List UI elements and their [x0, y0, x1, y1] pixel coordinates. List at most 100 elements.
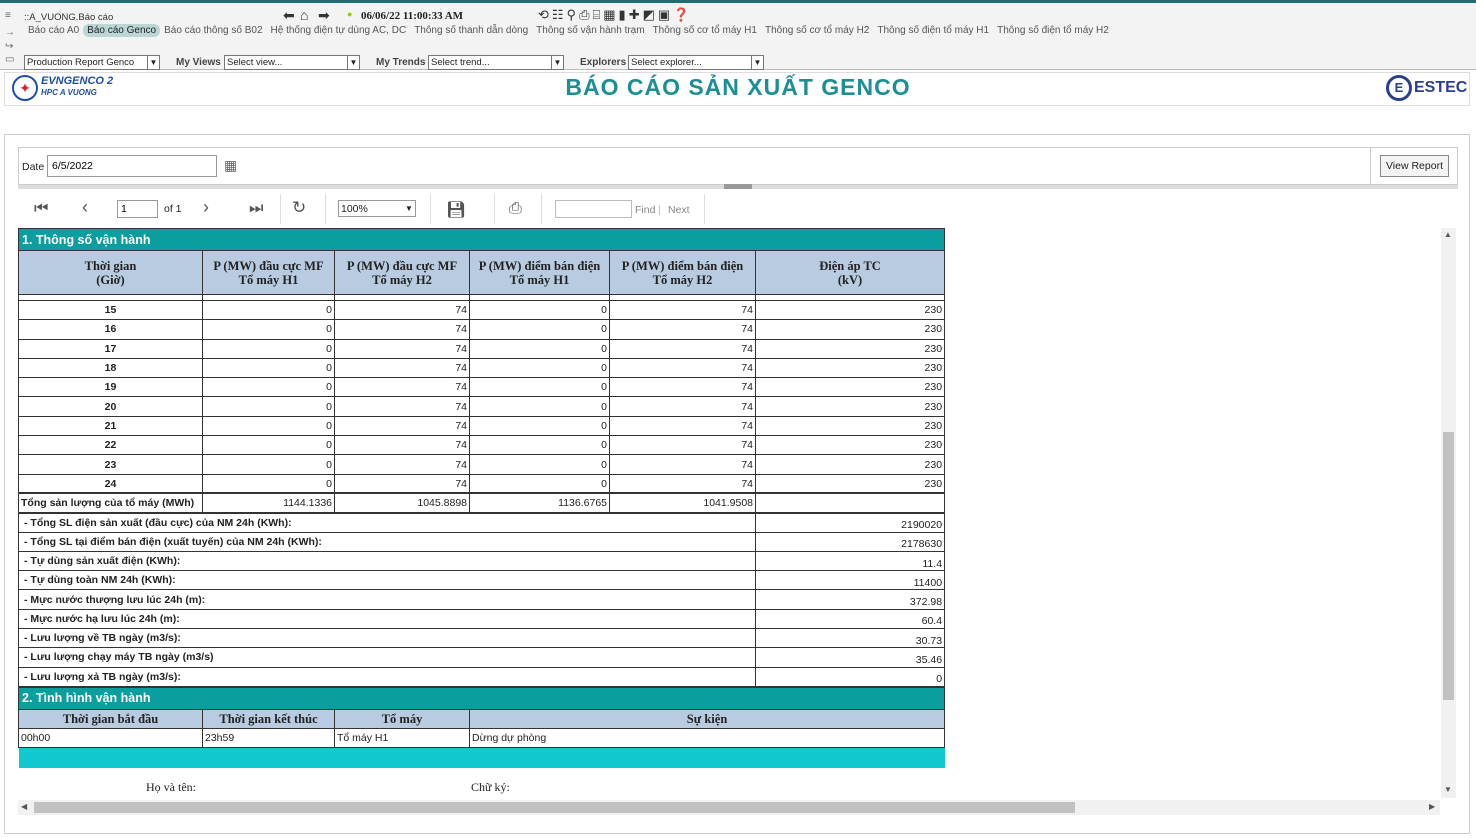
- page-input[interactable]: [117, 200, 158, 218]
- table-row: 00h00 23h59 Tổ máy H1 Dừng dự phòng: [18, 727, 946, 749]
- window-icon[interactable]: ▭: [5, 54, 14, 65]
- column-header: Sự kiện: [468, 708, 946, 729]
- table-row: 15 0 74 0 74 230: [18, 299, 946, 321]
- footer-band: [18, 747, 945, 768]
- next-page-icon[interactable]: ›: [203, 197, 209, 218]
- column-header: Điện áp TC (kV): [754, 250, 946, 295]
- divider: [1370, 148, 1371, 186]
- table-row: 20 0 74 0 74 230: [18, 396, 946, 417]
- table-row: 22 0 74 0 74 230: [18, 435, 946, 456]
- operation-table: 1. Thông số vận hành Thời gian (Giờ) P (…: [18, 228, 946, 687]
- zoom-select[interactable]: 100% ▼: [338, 200, 416, 217]
- app-path: ::A_VUONG.Báo cáo: [24, 12, 114, 23]
- vertical-scrollbar[interactable]: ▲ ▼: [1441, 228, 1456, 798]
- trends-label: My Trends: [376, 57, 426, 68]
- summary-row: - Tổng SL tại điểm bán điện (xuất tuyến)…: [18, 531, 946, 552]
- divider: [541, 194, 542, 224]
- summary-row: - Mực nước hạ lưu lúc 24h (m): 60.4: [18, 608, 946, 630]
- toolbar-icons[interactable]: ⟲☷⚲⎙⌸▦▮✚◩▣❓: [538, 7, 692, 23]
- app-toolbar: ≡ ::A_VUONG.Báo cáo ⬅ ⌂ ➡ ● 06/06/22 11:…: [0, 0, 1476, 70]
- date-input[interactable]: [47, 155, 217, 177]
- calendar-icon[interactable]: ▦: [224, 157, 237, 174]
- section-title: 2. Tình hình vận hành: [18, 686, 946, 710]
- divider: [325, 194, 326, 224]
- report-select[interactable]: Production Report Genco ▼: [24, 55, 160, 70]
- refresh-icon[interactable]: ↻: [292, 198, 306, 218]
- tab-b02[interactable]: Báo cáo thông số B02: [160, 24, 266, 37]
- column-header: P (MW) điểm bán điện Tổ máy H2: [609, 250, 756, 295]
- table-row: 24 0 74 0 74 230: [18, 473, 946, 494]
- views-select[interactable]: Select view... ▼: [224, 55, 360, 70]
- summary-row: - Lưu lượng xả TB ngày (m3/s): 0: [18, 666, 946, 687]
- column-header: Thời gian bắt đầu: [18, 708, 203, 729]
- column-header: P (MW) điểm bán điện Tổ máy H1: [469, 250, 610, 295]
- tab-a0[interactable]: Báo cáo A0: [24, 24, 83, 37]
- name-label: Họ và tên:: [146, 780, 196, 794]
- print-icon[interactable]: ⎙: [509, 200, 522, 218]
- return-icon[interactable]: ↪: [5, 41, 13, 52]
- signature-label: Chữ ký:: [471, 780, 510, 794]
- summary-row: - Tự dùng sản xuất điện (KWh): 11.4: [18, 550, 946, 572]
- last-page-icon[interactable]: ⏭: [249, 200, 263, 218]
- first-page-icon[interactable]: ⏮: [34, 200, 48, 218]
- scroll-thumb[interactable]: [34, 802, 1075, 813]
- report-toolbar: ⏮ ‹ of 1 › ⏭ ↻ 100%▼ 💾︎ ⎙ Find | Next: [18, 190, 1458, 228]
- estec-logo-icon: E: [1386, 75, 1412, 101]
- column-header: Thời gian kết thúc: [202, 708, 335, 729]
- divider: [494, 194, 495, 224]
- divider: [430, 194, 431, 224]
- column-header: Thời gian (Giờ): [18, 250, 203, 295]
- summary-row: - Tổng SL điện sản xuất (đầu cực) của NM…: [18, 512, 946, 533]
- tab-co-h2[interactable]: Thông số cơ tổ máy H2: [761, 24, 873, 37]
- table-header: Thời gian bắt đầu Thời gian kết thúc Tổ …: [18, 708, 946, 729]
- trends-select[interactable]: Select trend... ▼: [428, 55, 564, 70]
- report-body: 1. Thông số vận hành Thời gian (Giờ) P (…: [18, 228, 1440, 798]
- table-row: 23 0 74 0 74 230: [18, 454, 946, 475]
- horizontal-scrollbar[interactable]: ◀ ▶: [18, 800, 1440, 815]
- menu-icon[interactable]: ≡: [5, 10, 11, 21]
- view-report-button[interactable]: View Report: [1380, 155, 1449, 177]
- views-label: My Views: [176, 57, 221, 68]
- tab-genco[interactable]: Báo cáo Genco: [83, 24, 161, 37]
- status-dot-icon: ●: [347, 9, 353, 19]
- splitter-handle[interactable]: [724, 184, 752, 189]
- summary-row: - Lưu lượng chạy máy TB ngày (m3/s) 35.46: [18, 647, 946, 668]
- tab-van-hanh-tram[interactable]: Thông số vận hành trạm: [532, 24, 648, 37]
- table-row: 18 0 74 0 74 230: [18, 357, 946, 379]
- summary-row: - Tự dùng toàn NM 24h (KWh): 11400: [18, 570, 946, 591]
- find-input[interactable]: [555, 200, 632, 218]
- forward-icon[interactable]: ➡: [318, 7, 330, 24]
- tab-dien-h1[interactable]: Thông số điện tổ máy H1: [873, 24, 993, 37]
- home-icon[interactable]: ⌂: [300, 7, 308, 23]
- tab-thanh-dan[interactable]: Thông số thanh dẫn dòng: [410, 24, 532, 37]
- column-header: Tổ máy: [334, 708, 470, 729]
- event-table: 2. Tình hình vận hành Thời gian bắt đầu …: [18, 686, 946, 768]
- table-row: 17 0 74 0 74 230: [18, 338, 946, 359]
- back-icon[interactable]: ⬅: [283, 7, 295, 24]
- data-rows: 15 0 74 0 74 230 16 0 74 0 74 230 17 0 74 0 74 230 18 0 74 0 7…: [18, 299, 946, 494]
- brand-text: ESTEC: [1414, 79, 1468, 96]
- table-row: 19 0 74 0 74 230: [18, 377, 946, 398]
- arrow-icon[interactable]: →: [5, 27, 15, 38]
- prev-page-icon[interactable]: ‹: [82, 197, 88, 218]
- scroll-thumb[interactable]: [1443, 432, 1454, 700]
- page-count: of 1: [164, 203, 182, 215]
- explorers-label: Explorers: [580, 57, 627, 68]
- section-title: 1. Thông số vận hành: [18, 228, 946, 251]
- tab-ac-dc[interactable]: Hệ thống điện tự dùng AC, DC: [267, 24, 411, 37]
- table-header: Thời gian (Giờ) P (MW) đầu cực MF Tổ máy…: [18, 250, 946, 295]
- tab-bar: Báo cáo A0 Báo cáo Genco Báo cáo thông số …: [24, 24, 1113, 42]
- tab-dien-h2[interactable]: Thông số điện tổ máy H2: [993, 24, 1113, 37]
- page-title: BÁO CÁO SẢN XUẤT GENCO: [565, 74, 911, 100]
- table-row: 21 0 74 0 74 230: [18, 415, 946, 437]
- tab-co-h1[interactable]: Thông số cơ tổ máy H1: [649, 24, 761, 37]
- summary-row: - Mực nước thượng lưu lúc 24h (m): 372.98: [18, 589, 946, 610]
- find-link[interactable]: Find: [635, 204, 655, 216]
- divider: |: [658, 204, 661, 216]
- divider: [280, 194, 281, 224]
- next-link[interactable]: Next: [668, 204, 690, 216]
- summary-rows: - Tổng SL điện sản xuất (đầu cực) của NM…: [18, 512, 946, 687]
- save-icon[interactable]: 💾︎: [446, 200, 466, 220]
- date-label: Date: [22, 161, 45, 173]
- explorers-select[interactable]: Select explorer... ▼: [628, 55, 764, 70]
